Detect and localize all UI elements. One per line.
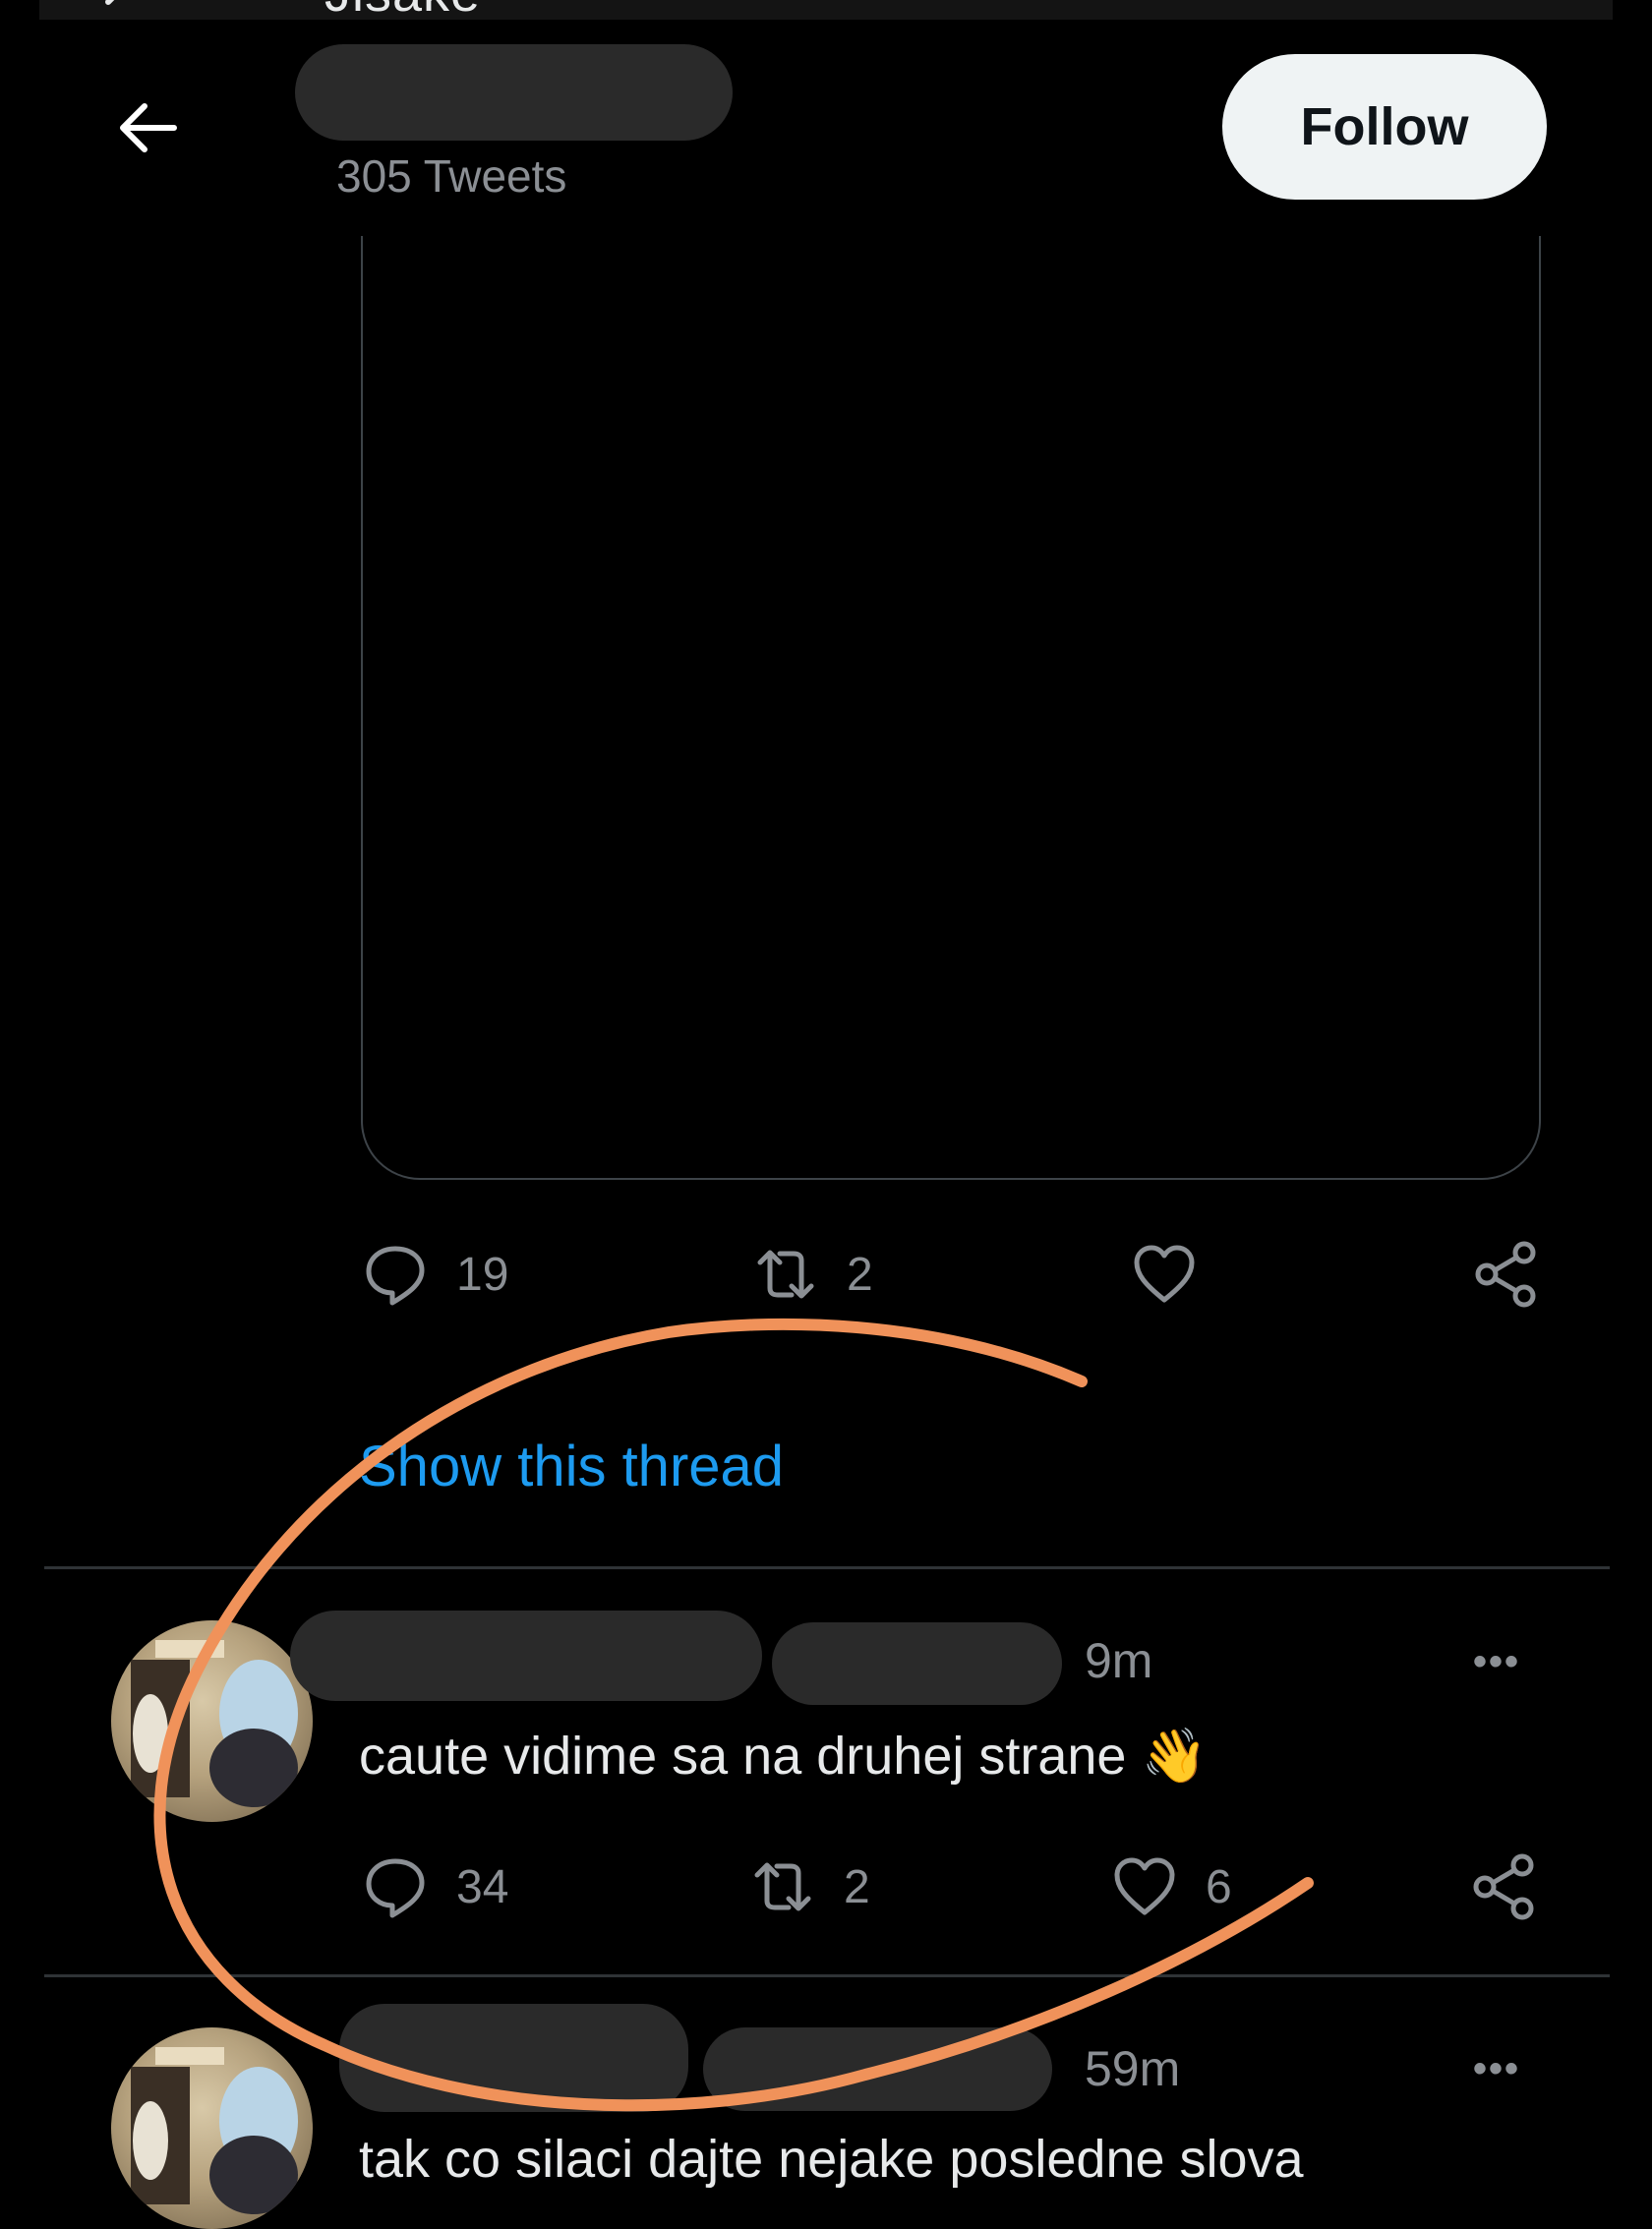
avatar-image [131, 1640, 298, 1807]
like-count: 6 [1206, 1860, 1232, 1913]
retweet-icon [757, 1250, 814, 1299]
tweet-like-action[interactable] [1131, 1241, 1225, 1308]
reply-count: 34 [456, 1860, 509, 1913]
speech-bubble-icon [366, 1246, 425, 1306]
tweet-retweet-action[interactable]: 2 [752, 1241, 873, 1308]
reply-like-action[interactable]: 6 [1111, 1853, 1232, 1920]
reply-avatar[interactable] [111, 2027, 313, 2229]
tweet-count: 305 Tweets [336, 150, 567, 202]
heart-icon [1114, 1857, 1175, 1915]
reply-time[interactable]: 9m [1085, 1632, 1152, 1689]
speech-bubble-icon [366, 1858, 425, 1918]
share-icon [1475, 1241, 1536, 1308]
reply-share-action[interactable] [1471, 1853, 1538, 1920]
show-thread-link[interactable]: Show this thread [359, 1434, 784, 1499]
back-arrow-icon[interactable] [113, 98, 182, 157]
follow-button[interactable]: Follow [1222, 54, 1547, 200]
reply-handle-redaction [703, 2027, 1052, 2111]
reply-time[interactable]: 59m [1085, 2040, 1180, 2097]
back-arrow-icon-partial [105, 0, 115, 5]
reply-text: caute vidime sa na druhej strane 👋 [359, 1727, 1208, 1786]
divider [44, 1566, 1610, 1569]
heart-icon [1134, 1245, 1195, 1303]
top-strip [39, 0, 1613, 20]
share-icon [1473, 1853, 1534, 1920]
profile-name-redaction [295, 44, 733, 141]
tweet-reply-action[interactable]: 19 [362, 1241, 508, 1308]
reply-avatar[interactable] [111, 1620, 313, 1822]
retweet-count: 2 [844, 1860, 870, 1913]
reply-retweet-action[interactable]: 2 [749, 1853, 870, 1920]
tweet-share-action[interactable] [1473, 1241, 1540, 1308]
reply-name-redaction [290, 1611, 762, 1701]
more-dots-icon[interactable]: ••• [1473, 2047, 1520, 2091]
avatar-image [131, 2047, 298, 2214]
reply-count: 19 [456, 1248, 509, 1301]
more-dots-icon[interactable]: ••• [1473, 1640, 1520, 1684]
retweet-count: 2 [847, 1248, 873, 1301]
reply-handle-redaction [772, 1622, 1062, 1705]
retweet-icon [754, 1862, 811, 1911]
page-title-partial: Jisake [324, 0, 481, 24]
tweet-media-frame[interactable] [361, 236, 1541, 1180]
divider [44, 1974, 1610, 1977]
reply-text: tak co silaci dajte nejake posledne slov… [359, 2130, 1304, 2189]
reply-name-redaction [339, 2004, 688, 2112]
reply-reply-action[interactable]: 34 [362, 1853, 508, 1920]
